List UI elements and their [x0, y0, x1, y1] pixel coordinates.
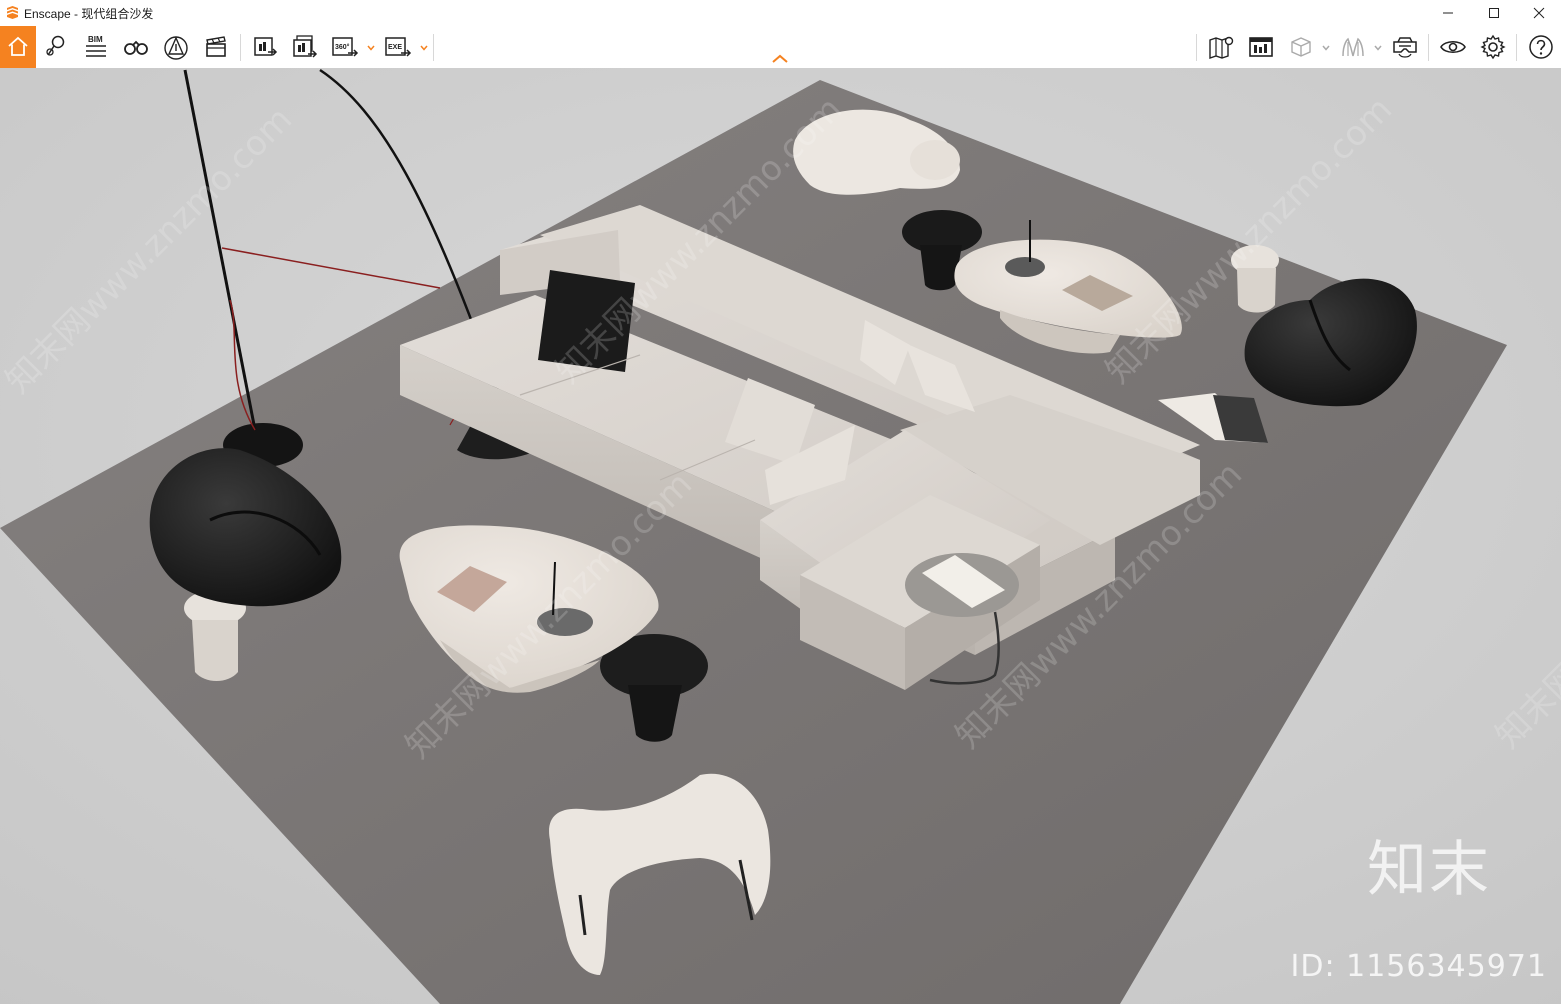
binoculars-icon — [124, 40, 148, 55]
location-pin-icon — [46, 35, 65, 56]
maximize-icon — [1489, 8, 1499, 18]
id-watermark: ID: 1156345971 — [1290, 949, 1547, 984]
vr-headset-icon — [1393, 37, 1417, 58]
map-pin-icon — [1209, 36, 1234, 59]
material-icon — [1342, 37, 1364, 57]
chevron-down-icon[interactable] — [1321, 43, 1331, 53]
title-bar: Enscape - 现代组合沙发 — [0, 0, 1561, 26]
render-screenshot-icon — [254, 37, 278, 56]
window-title: Enscape - 现代组合沙发 — [24, 7, 154, 21]
panorama-button[interactable]: 360° — [325, 26, 365, 68]
bim-button[interactable]: BIM — [76, 26, 116, 68]
settings-gear-icon — [1480, 34, 1506, 60]
svg-text:BIM: BIM — [88, 35, 103, 44]
maximize-button[interactable] — [1471, 0, 1517, 26]
compass-triangle-icon — [164, 36, 188, 60]
close-button[interactable] — [1516, 0, 1561, 26]
cube-button[interactable] — [1281, 26, 1321, 68]
settings-button[interactable] — [1473, 26, 1513, 68]
minimize-button[interactable] — [1425, 0, 1471, 26]
panorama-360-icon: 360° — [332, 37, 359, 57]
home-icon — [8, 36, 28, 56]
help-icon — [1529, 35, 1553, 59]
enscape-logo-icon — [7, 6, 18, 19]
toolbar-divider — [240, 34, 241, 61]
svg-text:360°: 360° — [335, 43, 350, 51]
export-button[interactable]: EXE — [378, 26, 418, 68]
brand-watermark: 知末 — [1367, 835, 1491, 905]
clapperboard-icon — [206, 36, 226, 57]
bim-icon: BIM — [86, 35, 106, 57]
toolbar-divider — [1196, 34, 1197, 61]
map-button[interactable] — [1201, 26, 1241, 68]
vr-button[interactable] — [1385, 26, 1425, 68]
material-button[interactable] — [1333, 26, 1373, 68]
asset-library-button[interactable] — [1241, 26, 1281, 68]
home-button[interactable] — [0, 26, 36, 68]
asset-library-icon — [1249, 37, 1273, 57]
collapse-toolbar-chevron-icon[interactable] — [771, 52, 789, 66]
toolbar-divider — [433, 34, 434, 61]
toolbar-divider — [1428, 34, 1429, 61]
location-button[interactable] — [36, 26, 76, 68]
toolbar-divider — [1516, 34, 1517, 61]
chevron-down-icon[interactable] — [1373, 43, 1383, 53]
view-settings-button[interactable] — [1433, 26, 1473, 68]
binoculars-button[interactable] — [116, 26, 156, 68]
screenshot-button[interactable] — [245, 26, 285, 68]
chevron-down-icon[interactable] — [419, 43, 429, 53]
render-viewport[interactable]: 知末网www.znzmo.com 知末网www.znzmo.com 知末网www… — [0, 68, 1561, 1004]
help-button[interactable] — [1521, 26, 1561, 68]
chevron-down-icon[interactable] — [366, 43, 376, 53]
cube-icon — [1291, 37, 1311, 57]
batch-render-button[interactable] — [285, 26, 325, 68]
minimize-icon — [1443, 12, 1453, 14]
video-editor-button[interactable] — [196, 26, 236, 68]
close-icon — [1533, 7, 1545, 19]
export-exe-icon: EXE — [385, 37, 412, 57]
batch-render-icon — [293, 35, 318, 58]
scene-render: 知末网www.znzmo.com 知末网www.znzmo.com 知末网www… — [0, 68, 1561, 1004]
eye-icon — [1440, 40, 1466, 54]
svg-text:EXE: EXE — [388, 44, 402, 51]
orientation-button[interactable] — [156, 26, 196, 68]
